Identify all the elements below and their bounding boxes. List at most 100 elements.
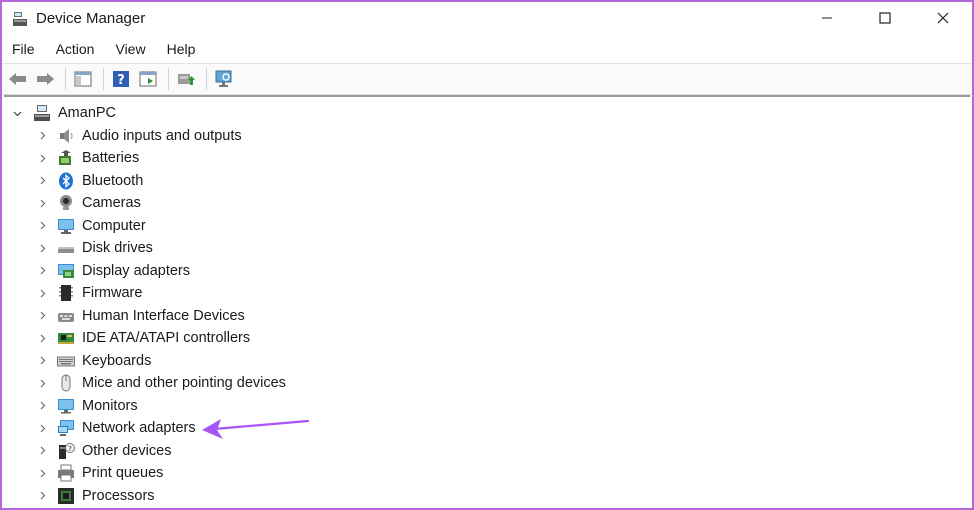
network-adapter-icon (57, 419, 75, 437)
toolbar-separator (103, 68, 104, 90)
tree-item-label: Cameras (82, 195, 141, 212)
tree-item-network-adapters[interactable]: Network adapters (2, 417, 972, 440)
menu-action[interactable]: Action (56, 41, 95, 57)
close-button[interactable] (914, 2, 972, 33)
tree-root-computer[interactable]: AmanPC (2, 102, 972, 125)
camera-icon (57, 194, 75, 212)
chevron-right-icon[interactable] (37, 288, 47, 298)
update-driver-button[interactable] (174, 68, 198, 90)
menu-help[interactable]: Help (167, 41, 196, 57)
display-adapter-icon (57, 262, 75, 280)
console-tree-icon (74, 71, 92, 87)
toolbar-separator (168, 68, 169, 90)
ide-controller-icon (57, 329, 75, 347)
tree-item-keyboards[interactable]: Keyboards (2, 350, 972, 373)
chevron-right-icon[interactable] (37, 468, 47, 478)
chevron-right-icon[interactable] (37, 131, 47, 141)
battery-icon (57, 149, 75, 167)
chevron-right-icon[interactable] (37, 311, 47, 321)
maximize-button[interactable] (856, 2, 914, 33)
device-manager-app-icon (13, 11, 27, 26)
chevron-right-icon[interactable] (37, 243, 47, 253)
device-tree: AmanPC Audio inputs and outputs Batterie… (2, 97, 972, 507)
svg-text:?: ? (117, 73, 125, 88)
chevron-right-icon[interactable] (37, 423, 47, 433)
computer-icon (57, 217, 75, 235)
disk-drive-icon (57, 239, 75, 257)
tree-item-label: Firmware (82, 285, 143, 302)
tree-item-batteries[interactable]: Batteries (2, 147, 972, 170)
chevron-right-icon[interactable] (37, 266, 47, 276)
tree-item-label: Bluetooth (82, 172, 144, 189)
mouse-icon (57, 374, 75, 392)
help-button[interactable]: ? (109, 68, 133, 90)
scan-hardware-icon (215, 70, 232, 87)
chevron-right-icon[interactable] (37, 356, 47, 366)
tree-item-label: Monitors (82, 397, 138, 414)
update-driver-icon (178, 74, 195, 85)
minimize-icon (822, 17, 832, 18)
firmware-icon (57, 284, 75, 302)
tree-item-label: Mice and other pointing devices (82, 375, 286, 392)
tree-item-audio[interactable]: Audio inputs and outputs (2, 125, 972, 148)
processor-icon (57, 487, 75, 505)
minimize-button[interactable] (798, 2, 856, 33)
tree-item-label: Human Interface Devices (82, 307, 245, 324)
window-title: Device Manager (36, 10, 146, 27)
tree-item-mice[interactable]: Mice and other pointing devices (2, 372, 972, 395)
title-bar: Device Manager (2, 2, 972, 35)
menu-view[interactable]: View (115, 41, 145, 57)
tree-item-firmware[interactable]: Firmware (2, 282, 972, 305)
toolbar: ? (2, 63, 972, 95)
tree-item-cameras[interactable]: Cameras (2, 192, 972, 215)
scan-hardware-changes-button[interactable] (212, 68, 236, 90)
menu-bar: File Action View Help (2, 35, 972, 63)
chevron-right-icon[interactable] (37, 401, 47, 411)
chevron-right-icon[interactable] (37, 446, 47, 456)
tree-item-label: Display adapters (82, 262, 190, 279)
close-icon (937, 12, 949, 23)
help-icon: ? (113, 71, 129, 88)
tree-item-display-adapters[interactable]: Display adapters (2, 260, 972, 283)
tree-item-disk-drives[interactable]: Disk drives (2, 237, 972, 260)
tree-item-print-queues[interactable]: Print queues (2, 462, 972, 485)
chevron-down-icon[interactable] (12, 108, 22, 118)
tree-item-label: Disk drives (82, 240, 153, 257)
window-controls (798, 2, 972, 33)
forward-button[interactable] (33, 68, 57, 90)
chevron-right-icon[interactable] (37, 333, 47, 343)
bluetooth-icon (57, 172, 75, 190)
other-devices-icon: ? (57, 442, 75, 460)
chevron-right-icon[interactable] (37, 153, 47, 163)
properties-button[interactable] (136, 68, 160, 90)
printer-icon (57, 464, 75, 482)
hid-icon (57, 307, 75, 325)
chevron-right-icon[interactable] (37, 221, 47, 231)
toolbar-separator (206, 68, 207, 90)
tree-item-ide[interactable]: IDE ATA/ATAPI controllers (2, 327, 972, 350)
tree-item-processors[interactable]: Processors (2, 485, 972, 508)
tree-item-label: Network adapters (82, 420, 196, 437)
tree-item-label: Processors (82, 487, 155, 504)
chevron-right-icon[interactable] (37, 491, 47, 501)
chevron-right-icon[interactable] (37, 176, 47, 186)
device-manager-window: Device Manager File Action View Help ? A… (0, 0, 974, 510)
monitor-icon (57, 397, 75, 415)
tree-item-bluetooth[interactable]: Bluetooth (2, 170, 972, 193)
chevron-right-icon[interactable] (37, 378, 47, 388)
show-hide-console-tree-button[interactable] (71, 68, 95, 90)
tree-item-label: Keyboards (82, 352, 152, 369)
tree-item-label: Print queues (82, 465, 164, 482)
annotation-arrow (202, 419, 310, 439)
chevron-right-icon[interactable] (37, 198, 47, 208)
tree-item-computer[interactable]: Computer (2, 215, 972, 238)
tree-item-hid[interactable]: Human Interface Devices (2, 305, 972, 328)
tree-item-label: Other devices (82, 442, 172, 459)
tree-item-monitors[interactable]: Monitors (2, 395, 972, 418)
menu-file[interactable]: File (12, 41, 35, 57)
toolbar-separator (65, 68, 66, 90)
tree-item-label: IDE ATA/ATAPI controllers (82, 330, 251, 347)
tree-item-other-devices[interactable]: ? Other devices (2, 440, 972, 463)
tree-item-label: Batteries (82, 150, 140, 167)
back-button[interactable] (6, 68, 30, 90)
